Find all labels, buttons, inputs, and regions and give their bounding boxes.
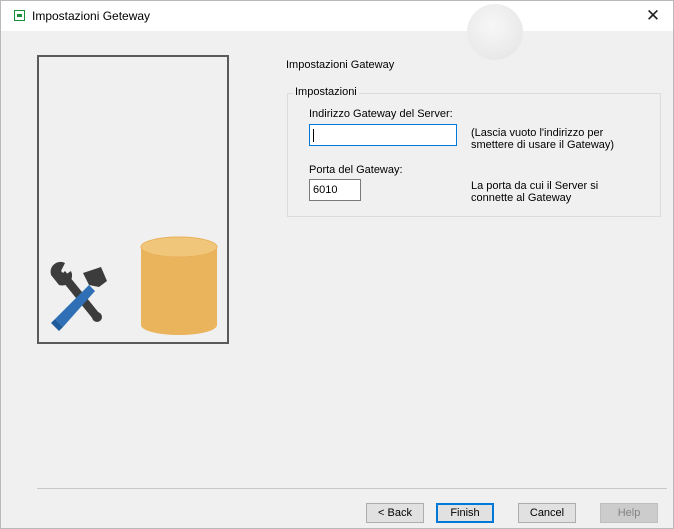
decorative-circle (467, 4, 523, 60)
port-label: Porta del Gateway: (309, 164, 403, 176)
page-heading: Impostazioni Gateway (286, 59, 395, 71)
server-address-hint: (Lascia vuoto l'indirizzo per smettere d… (471, 127, 614, 151)
server-address-input[interactable] (309, 124, 457, 146)
help-button[interactable]: Help (600, 503, 658, 523)
cancel-button[interactable]: Cancel (518, 503, 576, 523)
port-hint-line2: connette al Gateway (471, 192, 572, 204)
tools-icon (50, 261, 107, 331)
back-button[interactable]: < Back (366, 503, 424, 523)
finish-button[interactable]: Finish (436, 503, 494, 523)
setup-dialog: Impostazioni Geteway ✕ Impostazioni Gate… (0, 0, 674, 529)
port-hint: La porta da cui il Server si connette al… (471, 180, 598, 204)
window-title: Impostazioni Geteway (32, 9, 151, 23)
close-icon[interactable]: ✕ (633, 1, 673, 31)
title-bar[interactable]: Impostazioni Geteway ✕ (1, 1, 673, 31)
server-address-label: Indirizzo Gateway del Server: (309, 108, 453, 120)
database-icon (140, 236, 218, 335)
text-caret (313, 129, 314, 142)
wizard-illustration (37, 55, 229, 344)
app-window-icon (14, 10, 25, 21)
port-hint-line1: La porta da cui il Server si (471, 180, 599, 192)
port-input[interactable] (309, 179, 361, 201)
illustration-graphic (50, 236, 218, 335)
groupbox-legend: Impostazioni (293, 86, 359, 98)
server-address-hint-line1: (Lascia vuoto l'indirizzo per (471, 127, 604, 139)
footer-separator (37, 488, 667, 489)
server-address-hint-line2: smettere di usare il Gateway) (471, 139, 615, 151)
